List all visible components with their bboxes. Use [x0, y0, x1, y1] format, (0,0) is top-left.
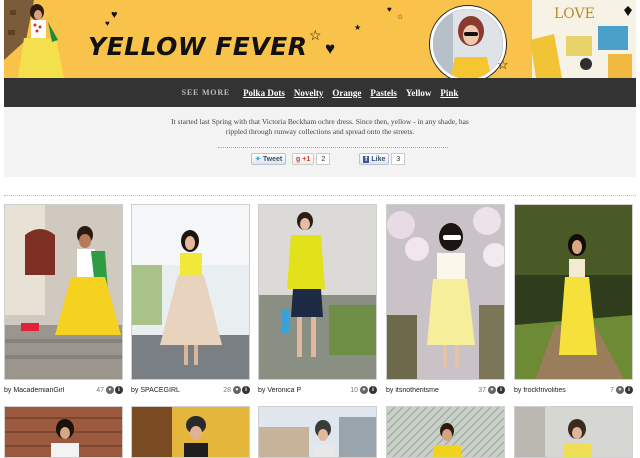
nav-link-polka-dots[interactable]: Polka Dots [243, 88, 285, 98]
info-icon[interactable]: i [369, 386, 377, 394]
like-count: 10 [350, 386, 358, 394]
post-photo[interactable] [131, 204, 250, 380]
post-photo[interactable] [514, 204, 633, 380]
gplus-icon: g [296, 155, 301, 163]
divider [218, 147, 448, 148]
facebook-share: f Like 3 [359, 153, 406, 165]
post-photo[interactable] [131, 406, 250, 458]
tweet-share: ✦ Tweet [251, 153, 287, 165]
star-icon: ☆ [497, 57, 509, 72]
post-photo[interactable] [4, 204, 123, 380]
post-photo[interactable] [514, 406, 633, 458]
page-title: YELLOW FEVER [88, 32, 308, 61]
like-count: 7 [610, 386, 614, 394]
gplus-button[interactable]: g +1 [292, 153, 315, 165]
heart-icon: ♥ [111, 9, 118, 21]
gplus-label: +1 [302, 155, 311, 163]
post-meta: by Veronica P 10 ♥ i [258, 384, 377, 396]
see-more-label: SEE MORE [181, 88, 231, 97]
post-photo[interactable] [258, 204, 377, 380]
post-author[interactable]: by itsnotheritsme [386, 387, 478, 394]
intro-text: It started last Spring with that Victori… [171, 117, 469, 136]
star-icon: ☆ [397, 14, 404, 21]
info-icon[interactable]: i [242, 386, 250, 394]
banner-photo-left [4, 0, 86, 78]
info-icon[interactable]: i [497, 386, 505, 394]
nav-link-pink[interactable]: Pink [440, 88, 458, 98]
header-banner: ♥ ♥ YELLOW FEVER ☆ ♥ ★ ♥ ☆ ☆ LOVE [4, 0, 636, 78]
post-photo[interactable] [4, 406, 123, 458]
post-author[interactable]: by MacademianGirl [4, 387, 96, 394]
star-icon: ☆ [309, 27, 322, 43]
tweet-label: Tweet [262, 155, 283, 163]
heart-icon[interactable]: ♥ [488, 386, 496, 394]
banner-photo-circle [430, 6, 506, 78]
post-meta: by itsnotheritsme 37 ♥ i [386, 384, 505, 396]
info-icon[interactable]: i [625, 386, 633, 394]
post-author[interactable]: by frockfrivolities [514, 387, 610, 394]
section-divider [4, 195, 636, 196]
post-meta: by SPACEGIRL 28 ♥ i [131, 384, 250, 396]
info-icon[interactable]: i [115, 386, 123, 394]
nav-current-yellow: Yellow [405, 87, 432, 98]
post-author[interactable]: by SPACEGIRL [131, 387, 223, 394]
like-button[interactable]: f Like [359, 153, 390, 165]
like-count: 3 [391, 153, 406, 165]
like-count: 37 [478, 386, 486, 394]
like-count: 28 [223, 386, 231, 394]
heart-icon[interactable]: ♥ [616, 386, 624, 394]
heart-icon: ♥ [325, 39, 336, 58]
heart-icon[interactable]: ♥ [233, 386, 241, 394]
nav-link-novelty[interactable]: Novelty [294, 88, 324, 98]
nav-link-orange[interactable]: Orange [332, 88, 361, 98]
post-photo[interactable] [386, 406, 505, 458]
heart-icon: ♥ [105, 19, 110, 28]
like-count: 47 [96, 386, 104, 394]
facebook-icon: f [363, 155, 370, 163]
gplus-count: 2 [316, 153, 331, 165]
post-photo[interactable] [258, 406, 377, 458]
post-meta: by MacademianGirl 47 ♥ i [4, 384, 123, 396]
like-label: Like [371, 155, 386, 163]
gplus-share: g +1 2 [292, 153, 331, 165]
post-photo[interactable] [386, 204, 505, 380]
twitter-icon: ✦ [255, 156, 261, 163]
post-author[interactable]: by Veronica P [258, 387, 350, 394]
intro-section: It started last Spring with that Victori… [4, 107, 636, 177]
tweet-button[interactable]: ✦ Tweet [251, 153, 287, 165]
nav-link-pastels[interactable]: Pastels [370, 88, 397, 98]
post-meta: by frockfrivolities 7 ♥ i [514, 384, 633, 396]
banner-collage: LOVE [526, 0, 636, 78]
heart-icon[interactable]: ♥ [106, 386, 114, 394]
svg-text:LOVE: LOVE [554, 6, 595, 22]
heart-icon: ♥ [387, 5, 392, 14]
category-nav: SEE MORE Polka Dots Novelty Orange Paste… [4, 78, 636, 107]
heart-icon[interactable]: ♥ [360, 386, 368, 394]
star-icon: ★ [354, 23, 362, 32]
